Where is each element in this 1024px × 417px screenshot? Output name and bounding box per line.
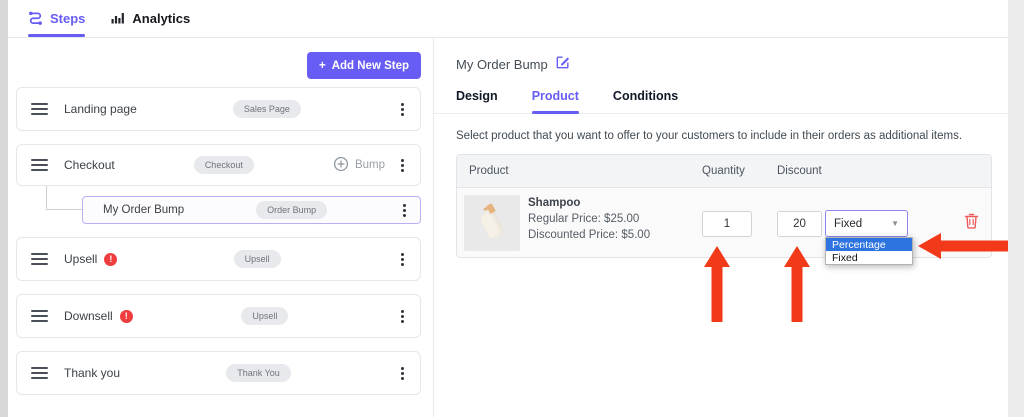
column-header-quantity: Quantity (702, 165, 745, 177)
step-type-badge: Order Bump (256, 201, 328, 219)
funnel-builder-app: Steps Analytics + Add New Step Landing p… (0, 0, 1024, 417)
order-bump-panel: My Order Bump Design Product Conditions … (433, 38, 1008, 417)
kebab-menu-icon[interactable] (397, 250, 408, 269)
kebab-menu-icon[interactable] (399, 201, 410, 220)
drag-handle-icon[interactable] (31, 253, 48, 265)
kebab-menu-icon[interactable] (397, 100, 408, 119)
discount-type-value: Fixed (834, 217, 863, 230)
product-description-text: Select product that you want to offer to… (456, 130, 963, 142)
drag-handle-icon[interactable] (31, 367, 48, 379)
step-label: Thank you (64, 366, 121, 380)
tab-product[interactable]: Product (531, 89, 580, 114)
step-card-checkout[interactable]: Checkout Checkout Bump (16, 144, 421, 186)
kebab-menu-icon[interactable] (397, 364, 408, 383)
plus-icon: + (318, 59, 326, 72)
flow-steps-icon (28, 10, 43, 28)
add-bump-button[interactable]: Bump (333, 156, 385, 175)
step-label: Upsell (64, 252, 98, 266)
discount-input[interactable] (777, 211, 822, 237)
panel-title: My Order Bump (456, 57, 548, 72)
product-thumbnail (464, 195, 520, 251)
step-type-badge: Sales Page (232, 100, 301, 118)
column-header-discount: Discount (777, 165, 822, 177)
step-type-badge: Upsell (233, 250, 281, 268)
tab-steps[interactable]: Steps (28, 0, 86, 37)
dropdown-option-fixed[interactable]: Fixed (826, 251, 912, 264)
product-table-row: Shampoo Regular Price: $25.00 Discounted… (457, 188, 991, 265)
checkout-group: Checkout Checkout Bump My Order Bump Ord… (16, 144, 421, 224)
step-label: Landing page (64, 102, 137, 116)
product-discounted-price: Discounted Price: $5.00 (528, 229, 651, 241)
column-header-product: Product (469, 165, 509, 177)
child-connector-line (46, 186, 82, 210)
drag-handle-icon[interactable] (31, 103, 48, 115)
discount-type-dropdown: Percentage Fixed (825, 237, 913, 265)
step-card-order-bump[interactable]: My Order Bump Order Bump (82, 196, 421, 224)
tab-steps-label: Steps (50, 11, 86, 26)
bump-button-label: Bump (354, 159, 385, 171)
step-card-downsell[interactable]: Downsell ! Upsell (16, 294, 421, 338)
bar-chart-icon (111, 10, 125, 27)
step-label: Downsell (64, 309, 113, 323)
drag-handle-icon[interactable] (31, 310, 48, 322)
left-edge-strip (0, 0, 8, 417)
step-label: My Order Bump (103, 204, 185, 216)
tab-analytics-label: Analytics (132, 11, 191, 26)
chevron-down-icon: ▼ (891, 219, 899, 228)
kebab-menu-icon[interactable] (397, 307, 408, 326)
product-name: Shampoo (528, 197, 581, 209)
step-type-badge: Thank You (226, 364, 291, 382)
product-table: Product Quantity Discount Shampoo Regula… (456, 154, 992, 265)
add-new-step-button[interactable]: + Add New Step (306, 52, 421, 79)
warning-icon: ! (119, 309, 133, 323)
step-card-upsell[interactable]: Upsell ! Upsell (16, 237, 421, 281)
edit-icon[interactable] (556, 55, 570, 74)
tab-design[interactable]: Design (456, 89, 498, 113)
tab-analytics[interactable]: Analytics (111, 0, 190, 37)
warning-icon: ! (104, 252, 118, 266)
step-card-thank-you[interactable]: Thank you Thank You (16, 351, 421, 395)
step-type-badge: Checkout (193, 156, 254, 174)
kebab-menu-icon[interactable] (397, 156, 408, 175)
steps-panel: + Add New Step Landing page Sales Page C… (8, 38, 433, 417)
quantity-input[interactable] (702, 211, 752, 237)
drag-handle-icon[interactable] (31, 159, 48, 171)
discount-type-select[interactable]: Fixed ▼ (825, 210, 908, 237)
add-new-step-label: Add New Step (331, 59, 409, 72)
trash-icon[interactable] (964, 213, 979, 229)
plus-circle-icon (333, 156, 349, 175)
tab-conditions[interactable]: Conditions (613, 89, 678, 113)
product-regular-price: Regular Price: $25.00 (528, 213, 640, 225)
step-type-badge: Upsell (241, 307, 289, 325)
settings-tabs: Design Product Conditions (434, 89, 1008, 114)
step-label: Checkout (64, 158, 115, 172)
step-list: Landing page Sales Page Checkout Checkou… (16, 87, 421, 395)
topbar: Steps Analytics (8, 0, 1008, 38)
step-card-landing-page[interactable]: Landing page Sales Page (16, 87, 421, 131)
product-table-header: Product Quantity Discount (457, 155, 991, 188)
dropdown-option-percentage[interactable]: Percentage (826, 238, 912, 251)
right-edge-strip (1008, 0, 1024, 417)
